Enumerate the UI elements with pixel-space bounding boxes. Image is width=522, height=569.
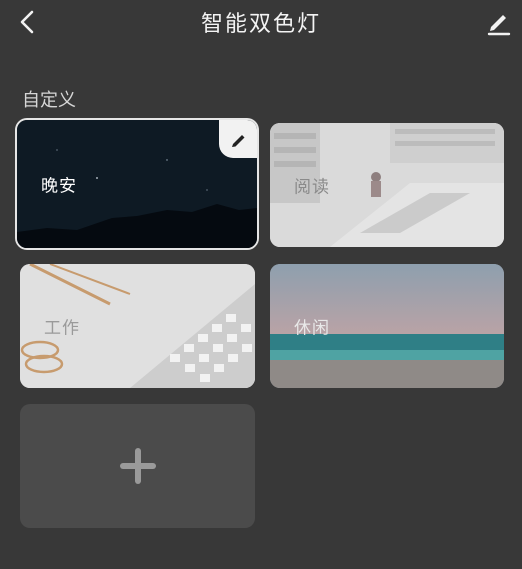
- page-title: 智能双色灯: [200, 12, 321, 37]
- scene-label: 休闲: [294, 318, 330, 339]
- scene-label: 工作: [44, 318, 80, 339]
- scene-card-leisure[interactable]: 休闲: [270, 264, 504, 388]
- scene-label: 晚安: [41, 176, 77, 197]
- scene-card-goodnight[interactable]: 晚安: [15, 118, 259, 250]
- pencil-icon: [232, 135, 245, 147]
- plus-icon: [119, 448, 156, 484]
- section-label-custom: 自定义: [22, 90, 76, 111]
- header-bar: 智能双色灯: [0, 0, 522, 46]
- scene-card-reading[interactable]: 阅读: [270, 123, 504, 247]
- pencil-icon[interactable]: [484, 8, 512, 36]
- scene-edit-button[interactable]: [219, 120, 257, 158]
- add-scene-button[interactable]: [20, 404, 255, 528]
- scene-label: 阅读: [294, 177, 330, 198]
- scene-card-work[interactable]: 工作: [20, 264, 255, 388]
